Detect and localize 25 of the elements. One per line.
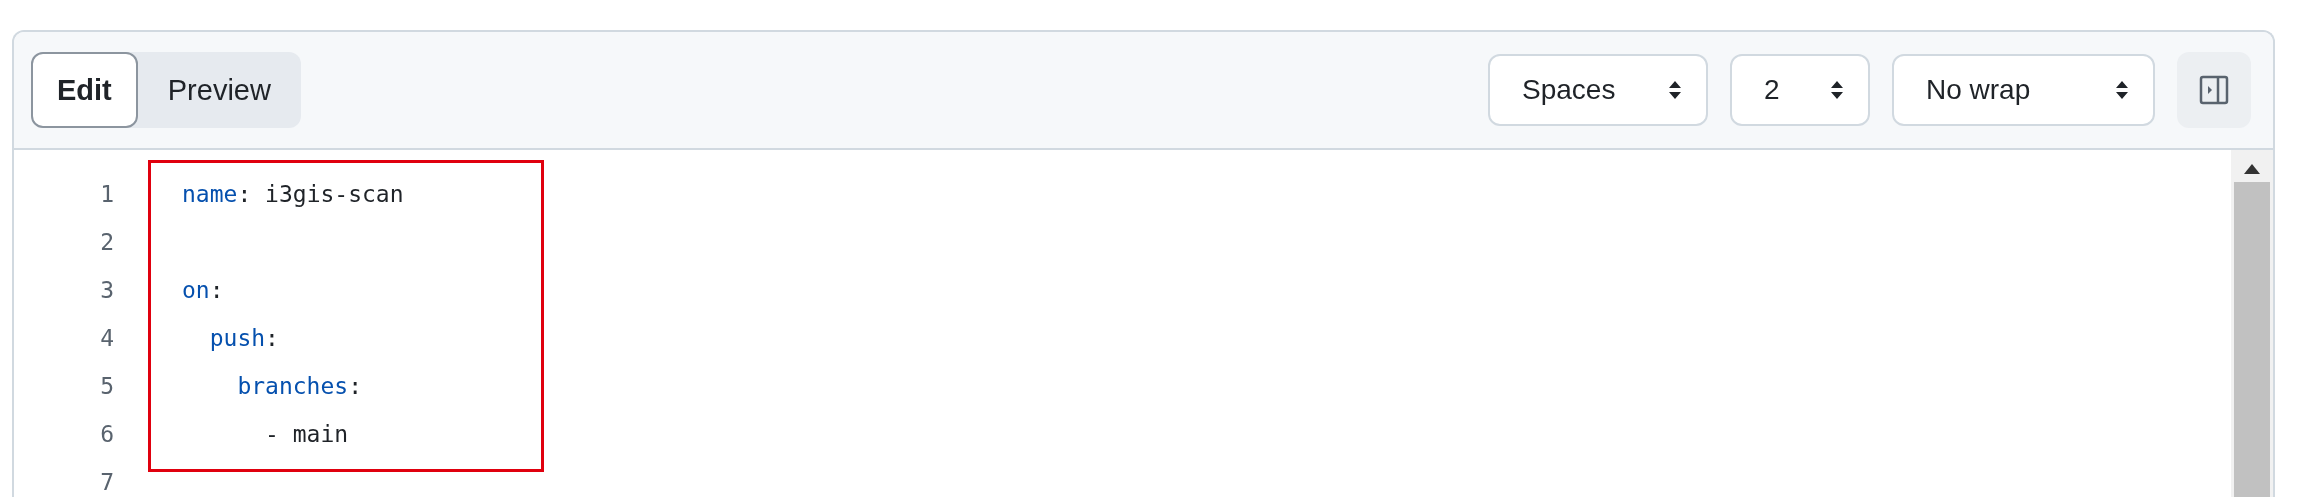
sort-icon — [1668, 80, 1682, 100]
code-line: branches: — [236, 373, 363, 399]
code-line: - main — [264, 421, 349, 447]
line-number: 3 — [99, 277, 114, 303]
select-dropdown[interactable]: No wrap — [1892, 54, 2155, 126]
scrollbar[interactable] — [2231, 150, 2273, 497]
sort-icon — [2115, 80, 2129, 100]
sidebar-toggle-button[interactable] — [2177, 52, 2251, 128]
line-number: 5 — [99, 373, 114, 399]
code-line: on: — [182, 277, 224, 303]
sort-icon — [1830, 80, 1844, 100]
code-line: push: — [208, 325, 279, 351]
select-dropdown[interactable]: Spaces — [1488, 54, 1708, 126]
select-dropdown[interactable]: 2 — [1730, 54, 1870, 126]
scroll-up-icon — [2244, 164, 2260, 174]
line-number: 4 — [99, 325, 114, 351]
panel-icon — [2198, 74, 2230, 106]
line-number: 6 — [99, 421, 114, 447]
line-number: 2 — [99, 229, 114, 255]
scrollbar-thumb[interactable] — [2234, 182, 2270, 497]
mode-tab[interactable]: Preview — [137, 52, 301, 128]
line-number: 7 — [99, 469, 114, 495]
code-line: name: i3gis-scan — [182, 181, 404, 207]
line-number: 1 — [99, 181, 114, 207]
mode-tab[interactable]: Edit — [31, 52, 138, 128]
